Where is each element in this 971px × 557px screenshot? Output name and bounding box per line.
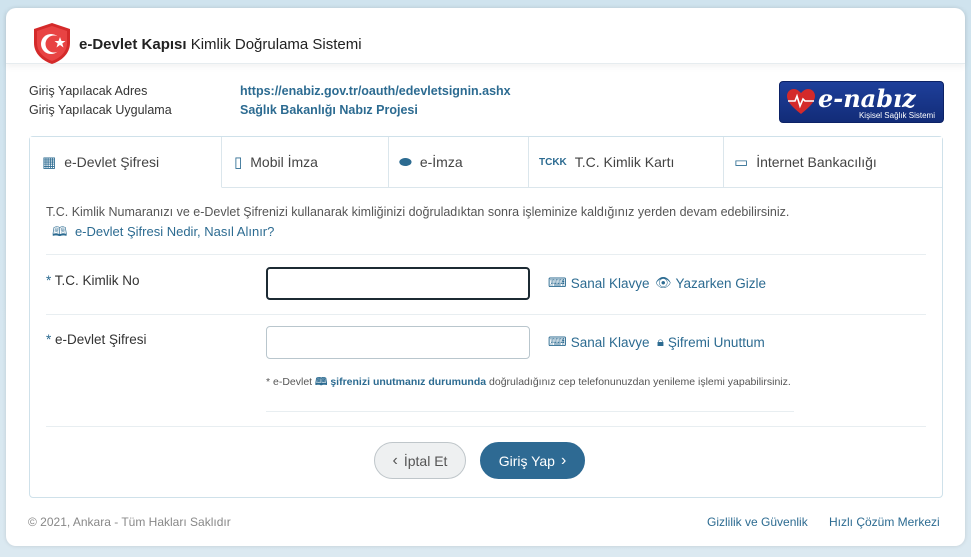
help-link-text: e-Devlet Şifresi Nedir, Nasıl Alınır? bbox=[74, 224, 275, 239]
address-label: Giriş Yapılacak Adres bbox=[29, 84, 148, 98]
divider bbox=[46, 254, 926, 255]
page-subtitle: Kimlik Doğrulama Sistemi bbox=[190, 36, 362, 53]
keyboard-icon: ⌨ bbox=[548, 334, 567, 349]
book-icon: 🕮 bbox=[315, 376, 328, 388]
virtual-keyboard-label: Sanal Klavye bbox=[570, 334, 650, 350]
tab-edevlet-password[interactable]: ▦ e-Devlet Şifresi bbox=[30, 137, 222, 188]
e-devlet-logo-icon bbox=[34, 23, 70, 64]
login-panel: ▦ e-Devlet Şifresi ▯ Mobil İmza ⬬ e-İmza… bbox=[29, 136, 943, 498]
header: e-Devlet Kapısı Kimlik Doğrulama Sistemi bbox=[6, 8, 965, 64]
virtual-keyboard-button[interactable]: ⌨ Sanal Klavye bbox=[548, 334, 650, 350]
virtual-keyboard-button[interactable]: ⌨ Sanal Klavye bbox=[548, 275, 650, 291]
note-link-text: şifrenizi unutmanız durumunda bbox=[330, 376, 487, 388]
note-prefix: * e-Devlet bbox=[266, 376, 313, 388]
cancel-button-label: İptal Et bbox=[403, 452, 448, 469]
tab-label: e-Devlet Şifresi bbox=[64, 154, 160, 170]
heart-pulse-icon bbox=[787, 89, 815, 114]
address-value: https://enabiz.gov.tr/oauth/edevletsigni… bbox=[240, 84, 511, 98]
tab-label: T.C. Kimlik Kartı bbox=[574, 154, 675, 170]
mobile-signature-icon: ▯ bbox=[234, 154, 243, 171]
copyright: © 2021, Ankara - Tüm Hakları Saklıdır bbox=[28, 515, 231, 529]
tc-number-input[interactable] bbox=[266, 267, 530, 300]
tab-label: e-İmza bbox=[419, 154, 463, 170]
lock-icon: 🔒︎ bbox=[657, 334, 664, 349]
password-label: * e-Devlet Şifresi bbox=[46, 332, 147, 347]
login-button-label: Giriş Yap bbox=[498, 452, 555, 469]
hide-typing-label: Yazarken Gizle bbox=[675, 275, 767, 291]
privacy-link[interactable]: Gizlilik ve Güvenlik bbox=[707, 515, 808, 529]
chevron-right-icon: › bbox=[560, 451, 567, 469]
divider bbox=[46, 314, 926, 315]
enabiz-logo: e-nabız Kişisel Sağlık Sistemi bbox=[779, 81, 944, 123]
forgot-password-label: Şifremi Unuttum bbox=[667, 334, 765, 350]
eye-slash-icon: 👁 bbox=[655, 275, 672, 290]
book-icon: 🕮 bbox=[52, 224, 68, 239]
brand-name: e-Devlet Kapısı bbox=[79, 36, 187, 53]
usb-token-icon: ⬬ bbox=[399, 153, 412, 171]
cancel-button[interactable]: ‹ İptal Et bbox=[374, 442, 466, 479]
note-link[interactable]: 🕮 şifrenizi unutmanız durumunda bbox=[315, 376, 489, 388]
help-link[interactable]: 🕮 e-Devlet Şifresi Nedir, Nasıl Alınır? bbox=[52, 223, 274, 245]
enabiz-tagline: Kişisel Sağlık Sistemi bbox=[858, 111, 935, 120]
tab-label: Mobil İmza bbox=[250, 154, 318, 170]
keyboard-icon: ⌨ bbox=[548, 275, 567, 290]
password-reset-note: * e-Devlet 🕮 şifrenizi unutmanız durumun… bbox=[266, 374, 796, 390]
tab-internet-banking[interactable]: ▭ İnternet Bankacılığı bbox=[724, 137, 942, 188]
credit-card-icon: ▭ bbox=[734, 154, 749, 171]
required-mark: * bbox=[46, 273, 52, 288]
application-label: Giriş Yapılacak Uygulama bbox=[29, 103, 172, 117]
tc-number-label: * T.C. Kimlik No bbox=[46, 273, 140, 288]
divider bbox=[266, 411, 794, 412]
form-description: T.C. Kimlik Numaranızı ve e-Devlet Şifre… bbox=[46, 205, 790, 219]
required-mark: * bbox=[46, 332, 52, 347]
note-suffix: doğruladığınız cep telefonunuzdan yenile… bbox=[489, 376, 791, 388]
tab-mobile-signature[interactable]: ▯ Mobil İmza bbox=[222, 137, 389, 188]
page-title: e-Devlet Kapısı Kimlik Doğrulama Sistemi bbox=[79, 36, 362, 53]
enabiz-logo-text: e-nabız bbox=[818, 84, 916, 113]
password-label-text: e-Devlet Şifresi bbox=[55, 332, 147, 347]
tab-id-card[interactable]: TCKK T.C. Kimlik Kartı bbox=[529, 137, 724, 188]
virtual-keyboard-label: Sanal Klavye bbox=[570, 275, 650, 291]
id-card-icon: TCKK bbox=[539, 156, 567, 168]
divider bbox=[46, 426, 926, 427]
forgot-password-link[interactable]: 🔒︎ Şifremi Unuttum bbox=[657, 334, 765, 350]
tc-number-label-text: T.C. Kimlik No bbox=[54, 273, 140, 288]
quick-help-link[interactable]: Hızlı Çözüm Merkezi bbox=[829, 515, 940, 529]
password-input[interactable] bbox=[266, 326, 530, 359]
login-method-tabs: ▦ e-Devlet Şifresi ▯ Mobil İmza ⬬ e-İmza… bbox=[30, 137, 942, 188]
chevron-left-icon: ‹ bbox=[392, 451, 398, 469]
hide-typing-button[interactable]: 👁 Yazarken Gizle bbox=[655, 275, 766, 291]
tab-label: İnternet Bankacılığı bbox=[756, 154, 877, 170]
login-card: e-Devlet Kapısı Kimlik Doğrulama Sistemi… bbox=[6, 8, 965, 546]
application-value: Sağlık Bakanlığı Nabız Projesi bbox=[240, 103, 418, 117]
login-button[interactable]: Giriş Yap › bbox=[480, 442, 585, 479]
tab-e-signature[interactable]: ⬬ e-İmza bbox=[389, 137, 529, 188]
keypad-icon: ▦ bbox=[42, 154, 57, 171]
